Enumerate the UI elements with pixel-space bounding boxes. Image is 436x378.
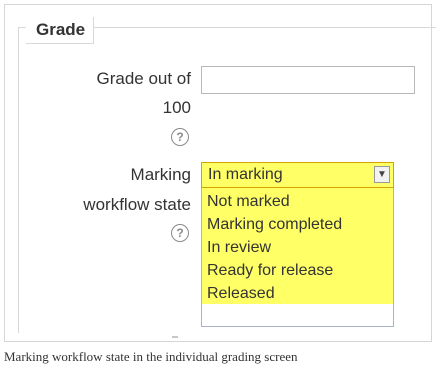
chevron-down-icon[interactable]: ▼: [374, 166, 390, 183]
grade-input[interactable]: [201, 66, 415, 94]
workflow-state-select[interactable]: In marking ▼: [201, 162, 394, 188]
workflow-label-line2: workflow state: [83, 195, 191, 214]
grade-label-line2: 100: [162, 98, 191, 117]
option-not-marked[interactable]: Not marked: [207, 190, 290, 213]
workflow-help-icon[interactable]: ?: [171, 224, 189, 242]
workflow-label-line1: Marking: [130, 165, 191, 184]
option-in-review[interactable]: In review: [207, 236, 271, 259]
option-released[interactable]: Released: [207, 282, 275, 305]
grade-help-icon[interactable]: ?: [171, 128, 189, 146]
section-title: Grade: [26, 17, 95, 44]
option-marking-completed[interactable]: Marking completed: [207, 213, 342, 236]
grade-label-line1: Grade out of: [96, 69, 191, 88]
workflow-options-list: Not marked Marking completed In review R…: [201, 188, 394, 327]
workflow-selected-value: In marking: [208, 166, 283, 183]
scroll-indicator: [172, 336, 178, 338]
figure-caption: Marking workflow state in the individual…: [4, 349, 298, 364]
option-ready-for-release[interactable]: Ready for release: [207, 259, 333, 282]
